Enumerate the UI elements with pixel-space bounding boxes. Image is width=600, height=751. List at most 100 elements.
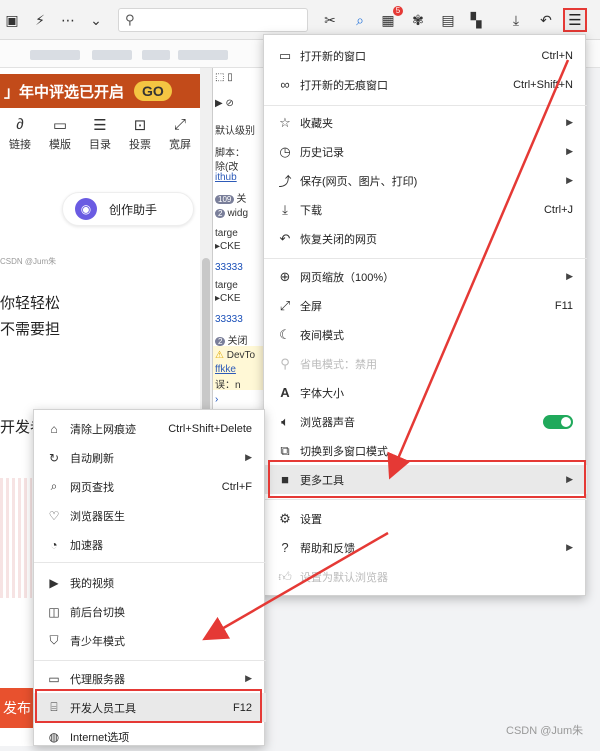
download-toolbar-icon[interactable]: ⤓: [506, 10, 526, 30]
publish-button[interactable]: 发布: [0, 688, 34, 728]
bookmark-item[interactable]: [30, 50, 80, 60]
proxy-icon: ▭: [48, 671, 60, 686]
main-menu-button[interactable]: ☰: [563, 8, 587, 32]
editor-tools: ∂ 链接 ▭ 模版 ☰ 目录 ⊡ 投票 ⤢ 宽屏: [0, 116, 200, 156]
clipboard-icon[interactable]: ▤: [438, 10, 458, 30]
inspect-icon[interactable]: ⬚: [215, 72, 224, 83]
submenu-item-internet-options[interactable]: ◍ Internet选项: [34, 722, 266, 751]
submenu-item-accelerator[interactable]: ◔ 加速器: [34, 530, 266, 559]
menu-item-fullscreen[interactable]: ⤢ 全屏 F11: [264, 291, 587, 320]
menu-item-help[interactable]: ? 帮助和反馈 ▶: [264, 533, 587, 562]
template-icon: ▭: [52, 117, 68, 134]
image-icon[interactable]: ▣: [2, 10, 22, 30]
console-line: targe: [215, 280, 238, 291]
multi-window-icon: ⧉: [280, 442, 290, 458]
sidebar-icon[interactable]: ▶: [215, 98, 223, 109]
article-text: 不需要担: [0, 321, 61, 338]
sound-toggle[interactable]: [543, 414, 573, 429]
video-icon: ▶: [49, 575, 59, 590]
tool-template[interactable]: ▭ 模版: [40, 116, 80, 156]
console-line[interactable]: ▸CKE: [215, 293, 241, 304]
speaker-icon: 🔈︎: [281, 413, 289, 429]
devtools-toolbar-2: ▶ ⊘: [215, 98, 234, 109]
undo-icon[interactable]: ↶: [536, 10, 556, 30]
vote-icon: ⊡: [133, 117, 147, 134]
menu-icon: ☰: [568, 12, 582, 29]
menu-item-download[interactable]: ⤓ 下载 Ctrl+J: [264, 195, 587, 224]
console-line: 除(改: [215, 162, 239, 173]
menu-item-zoom[interactable]: ⊕ 网页缩放（100%） ▶: [264, 262, 587, 291]
console-group[interactable]: 2 widg: [215, 208, 248, 219]
submenu-item-fg-bg-switch[interactable]: ◫ 前后台切换: [34, 597, 266, 626]
chevron-right-icon: ▶: [566, 117, 573, 127]
chevron-right-icon: ▶: [566, 271, 573, 281]
menu-item-history[interactable]: ◷ 历史记录 ▶: [264, 137, 587, 166]
refresh-icon: ↻: [48, 450, 60, 465]
bookmark-item[interactable]: [178, 50, 228, 60]
menu-item-browser-sound[interactable]: 🔈︎ 浏览器声音: [264, 407, 587, 436]
warning-icon: ⚠: [215, 350, 224, 361]
submenu-item-my-videos[interactable]: ▶ 我的视频: [34, 568, 266, 597]
speedometer-icon: ◔: [50, 537, 58, 552]
extension-icon[interactable]: ✾: [408, 10, 428, 30]
menu-item-new-window[interactable]: ▭ 打开新的窗口 Ctrl+N: [264, 41, 587, 70]
chevron-right-icon: ▶: [566, 146, 573, 156]
zoom-icon: ⊕: [279, 268, 291, 284]
menu-divider: [34, 660, 266, 661]
tool-widescreen[interactable]: ⤢ 宽屏: [160, 116, 200, 156]
apps-grid-icon[interactable]: ▚: [466, 10, 486, 30]
console-line: targe: [215, 228, 238, 239]
address-bar[interactable]: ⚲: [118, 8, 308, 32]
menu-item-restore-closed[interactable]: ↶ 恢复关闭的网页: [264, 224, 587, 253]
default-level[interactable]: 默认级别: [215, 122, 255, 137]
menu-item-font-size[interactable]: A 字体大小: [264, 378, 587, 407]
tool-vote[interactable]: ⊡ 投票: [120, 116, 160, 156]
menu-item-new-incognito[interactable]: ∞ 打开新的无痕窗口 Ctrl+Shift+N: [264, 70, 587, 99]
banner-text: 」年中评选已开启: [4, 83, 125, 101]
block-icon[interactable]: ⊘: [225, 98, 233, 109]
creation-assistant-button[interactable]: ◉ 创作助手: [62, 192, 194, 226]
console-line: 脚本：: [215, 148, 245, 159]
menu-item-set-default: 👍︎ 设置为默认浏览器: [264, 562, 587, 591]
console-group[interactable]: 109 关: [215, 190, 246, 205]
tool-link[interactable]: ∂ 链接: [0, 116, 40, 156]
toc-icon: ☰: [93, 117, 107, 134]
submenu-item-teen-mode[interactable]: ⛉ 青少年模式: [34, 626, 266, 655]
menu-item-save[interactable]: ⤴ 保存(网页、图片、打印) ▶: [264, 166, 587, 195]
search-tool-icon[interactable]: ⌕: [350, 10, 370, 30]
console-group[interactable]: 2 关闭: [215, 332, 247, 347]
console-line: 误：n: [215, 380, 241, 391]
submenu-item-auto-refresh[interactable]: ↻ 自动刷新 ▶: [34, 443, 266, 472]
submenu-item-browser-doctor[interactable]: ♡ 浏览器医生: [34, 501, 266, 530]
banner-go-button[interactable]: GO: [134, 81, 172, 101]
menu-divider: [34, 562, 266, 563]
menu-divider: [264, 258, 587, 259]
menu-item-night-mode[interactable]: ☾ 夜间模式: [264, 320, 587, 349]
console-link[interactable]: ffkke: [215, 364, 236, 375]
device-icon[interactable]: ▯: [227, 72, 233, 83]
main-menu: ▭ 打开新的窗口 Ctrl+N ∞ 打开新的无痕窗口 Ctrl+Shift+N ☆ 收藏夹…: [263, 34, 587, 596]
chevron-down-icon[interactable]: ⌄: [86, 10, 106, 30]
scissors-icon[interactable]: ✂: [320, 10, 340, 30]
bookmark-item[interactable]: [92, 50, 132, 60]
lightning-icon[interactable]: ⚡: [30, 10, 50, 30]
menu-item-settings[interactable]: ⚙ 设置: [264, 504, 587, 533]
chevron-right-icon: ▶: [245, 673, 252, 683]
console-link[interactable]: ithub: [215, 172, 237, 183]
console-warning-line: ⚠ DevTo: [215, 350, 256, 361]
history-icon: ◷: [279, 143, 291, 159]
bookmark-item[interactable]: [142, 50, 170, 60]
more-icon[interactable]: ⋯: [58, 10, 78, 30]
widescreen-icon: ⤢: [173, 116, 186, 133]
console-prompt-icon[interactable]: ›: [215, 394, 218, 405]
submenu-item-clear-traces[interactable]: ⌂ 清除上网痕迹 Ctrl+Shift+Delete: [34, 414, 266, 443]
submenu-item-page-find[interactable]: ⌕ 网页查找 Ctrl+F: [34, 472, 266, 501]
restore-icon: ↶: [279, 230, 291, 246]
tool-toc[interactable]: ☰ 目录: [80, 116, 120, 156]
menu-item-favorites[interactable]: ☆ 收藏夹 ▶: [264, 108, 587, 137]
menu-divider: [264, 105, 587, 106]
menu-item-power-save: ⚲ 省电模式：禁用: [264, 349, 587, 378]
moon-icon: ☾: [279, 326, 291, 342]
console-line[interactable]: ▸CKE: [215, 241, 241, 252]
promo-banner[interactable]: 」年中评选已开启 GO: [0, 74, 200, 108]
